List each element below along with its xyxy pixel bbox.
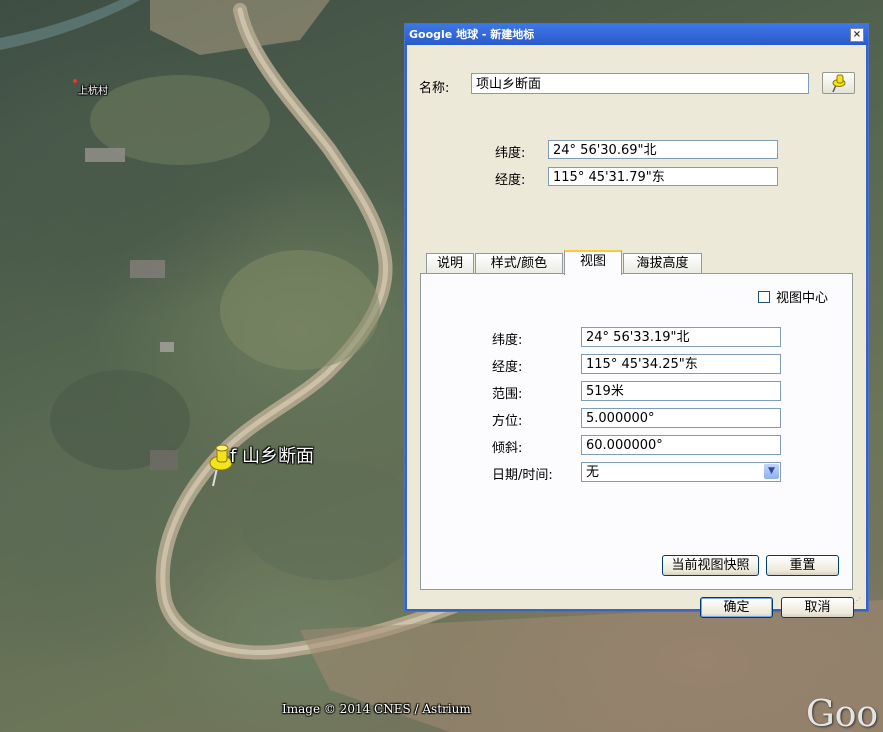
datetime-select[interactable]: 无 ▼ <box>581 462 781 482</box>
village-marker-dot[interactable] <box>73 79 77 83</box>
new-placemark-dialog: Google 地球 - 新建地标 × 名称: 项山乡断面 纬度: 24° 56'… <box>404 23 869 618</box>
tilt-label: 倾斜: <box>492 441 523 456</box>
resize-grip-icon[interactable]: ⋰ <box>853 596 863 606</box>
view-latitude-input[interactable]: 24° 56'33.19"北 <box>581 327 781 347</box>
name-label: 名称: <box>419 81 450 96</box>
tilt-input[interactable]: 60.000000° <box>581 435 781 455</box>
range-label: 范围: <box>492 387 523 402</box>
checkbox-icon[interactable] <box>758 291 770 303</box>
datetime-label: 日期/时间: <box>492 468 553 483</box>
tab-view[interactable]: 视图 <box>564 250 622 275</box>
close-icon[interactable]: × <box>850 28 864 42</box>
placemark-label[interactable]: f 山乡断面 <box>230 442 314 468</box>
view-center-label: 视图中心 <box>776 291 829 306</box>
village-label[interactable]: 上杭村 <box>78 82 108 97</box>
tab-description[interactable]: 说明 <box>426 253 474 273</box>
placemark-icon-button[interactable] <box>822 72 855 94</box>
view-center-checkbox[interactable]: 视图中心 <box>758 287 828 306</box>
longitude-input[interactable]: 115° 45'31.79"东 <box>548 167 778 186</box>
reset-button[interactable]: 重置 <box>766 555 839 576</box>
imagery-copyright: Image © 2014 CNES / Astrium <box>282 702 471 716</box>
tab-style-color[interactable]: 样式/颜色 <box>475 253 563 273</box>
pushpin-icon <box>831 74 845 93</box>
range-input[interactable]: 519米 <box>581 381 781 401</box>
datetime-selected-value: 无 <box>586 465 600 480</box>
view-longitude-label: 经度: <box>492 360 523 375</box>
dropdown-arrow-icon[interactable]: ▼ <box>764 464 779 479</box>
tab-altitude[interactable]: 海拔高度 <box>623 253 702 273</box>
dialog-body: 名称: 项山乡断面 纬度: 24° 56'30.69"北 经度: 115° 45… <box>408 45 865 618</box>
cancel-button[interactable]: 取消 <box>781 597 854 618</box>
latitude-input[interactable]: 24° 56'30.69"北 <box>548 140 778 159</box>
view-tab-panel: 视图中心 纬度: 24° 56'33.19"北 经度: 115° 45'34.2… <box>420 273 853 590</box>
longitude-label: 经度: <box>495 173 526 188</box>
view-longitude-input[interactable]: 115° 45'34.25"东 <box>581 354 781 374</box>
google-logo: Goo <box>806 694 879 732</box>
heading-label: 方位: <box>492 414 523 429</box>
dialog-titlebar[interactable]: Google 地球 - 新建地标 × <box>405 24 868 45</box>
ok-button[interactable]: 确定 <box>700 597 773 618</box>
heading-input[interactable]: 5.000000° <box>581 408 781 428</box>
dialog-title: Google 地球 - 新建地标 <box>409 28 535 41</box>
latitude-label: 纬度: <box>495 146 526 161</box>
name-input[interactable]: 项山乡断面 <box>471 73 809 94</box>
snapshot-current-view-button[interactable]: 当前视图快照 <box>662 555 759 576</box>
view-latitude-label: 纬度: <box>492 333 523 348</box>
